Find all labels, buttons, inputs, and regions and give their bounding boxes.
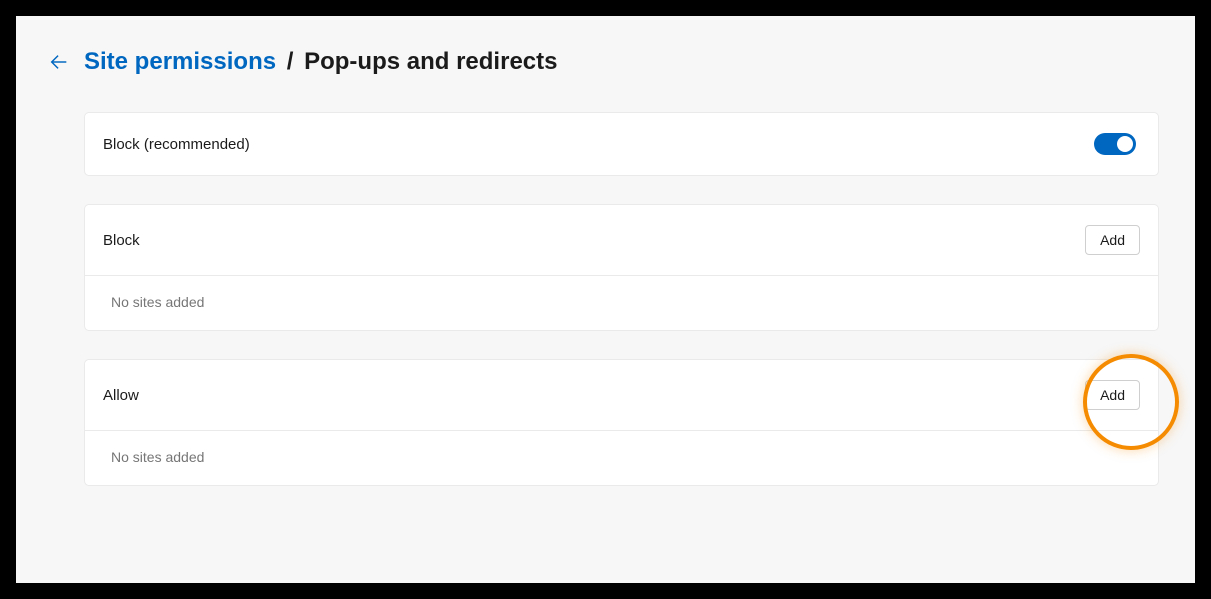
breadcrumb-parent-link[interactable]: Site permissions	[84, 48, 276, 75]
block-section-card: Block Add No sites added	[84, 204, 1159, 331]
allow-section-card: Allow Add No sites added	[84, 359, 1159, 486]
allow-section-empty: No sites added	[85, 431, 1158, 485]
block-recommended-label: Block (recommended)	[103, 136, 250, 153]
breadcrumb: Site permissions / Pop-ups and redirects	[48, 48, 1163, 76]
breadcrumb-separator: /	[287, 48, 294, 75]
block-section-title: Block	[103, 232, 140, 249]
block-recommended-toggle[interactable]	[1094, 133, 1136, 155]
block-section-empty: No sites added	[85, 276, 1158, 330]
breadcrumb-text: Site permissions / Pop-ups and redirects	[84, 48, 557, 76]
block-section-header: Block Add	[85, 205, 1158, 276]
block-recommended-row: Block (recommended)	[85, 113, 1158, 175]
block-recommended-card: Block (recommended)	[84, 112, 1159, 176]
allow-add-button[interactable]: Add	[1085, 380, 1140, 410]
allow-section-header: Allow Add	[85, 360, 1158, 431]
allow-section-title: Allow	[103, 387, 139, 404]
content-area: Block (recommended) Block Add No sites a…	[48, 112, 1163, 486]
toggle-knob	[1117, 136, 1133, 152]
settings-page: Site permissions / Pop-ups and redirects…	[16, 16, 1195, 583]
back-arrow-icon[interactable]	[48, 51, 70, 73]
breadcrumb-current: Pop-ups and redirects	[304, 48, 557, 75]
block-add-button[interactable]: Add	[1085, 225, 1140, 255]
